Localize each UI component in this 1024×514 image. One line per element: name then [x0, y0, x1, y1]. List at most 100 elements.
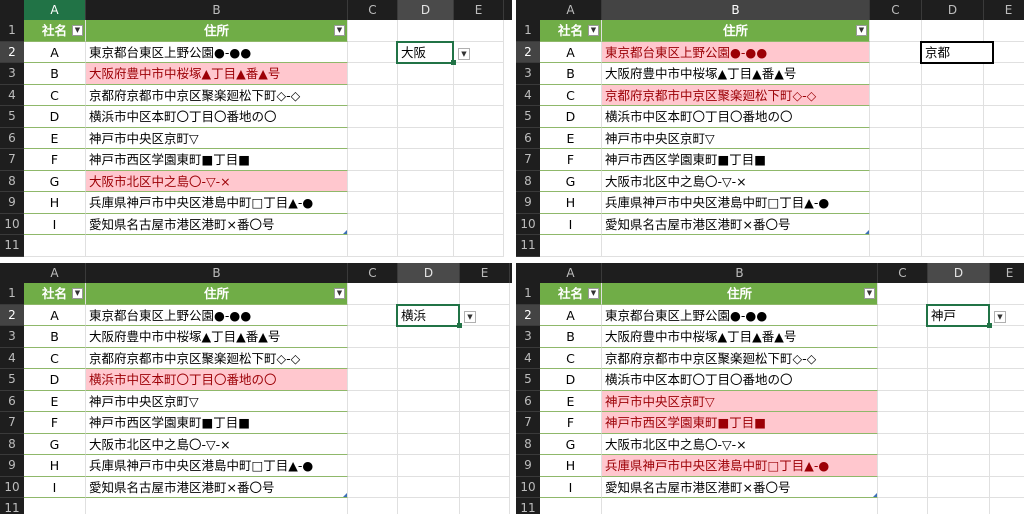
address-cell-row-4[interactable]: 京都府京都市中京区聚楽廻松下町◇-◇: [602, 84, 870, 106]
cell-c11[interactable]: [878, 498, 928, 514]
cell-c4[interactable]: [878, 347, 928, 369]
table-resize-handle[interactable]: [865, 230, 869, 234]
column-header-b[interactable]: B: [86, 263, 348, 283]
cell-e8[interactable]: [454, 170, 504, 192]
column-header-c[interactable]: C: [870, 0, 922, 20]
cell-d3[interactable]: [928, 326, 990, 348]
select-all-corner[interactable]: [0, 0, 24, 20]
column-header-e[interactable]: E: [460, 263, 510, 283]
address-cell-row-3[interactable]: 大阪府豊中市中桜塚▲丁目▲番▲号: [602, 326, 878, 348]
cell-a2[interactable]: A: [540, 41, 602, 63]
address-cell-row-5[interactable]: 横浜市中区本町〇丁目〇番地の〇: [602, 106, 870, 128]
cell-e10[interactable]: [984, 214, 1024, 235]
cell-e9[interactable]: [990, 455, 1024, 477]
row-header-9[interactable]: 9: [516, 455, 540, 477]
column-header-b[interactable]: B: [602, 0, 870, 20]
address-cell-row-10[interactable]: 愛知県名古屋市港区港町×番〇号: [602, 213, 870, 235]
cell-c11[interactable]: [870, 235, 922, 257]
cell-e7[interactable]: [460, 412, 510, 434]
row-header-5[interactable]: 5: [0, 369, 24, 391]
cell-e1[interactable]: [990, 283, 1024, 305]
cell-d4[interactable]: [398, 347, 460, 369]
cell-d5[interactable]: [398, 106, 454, 128]
address-cell-row-4[interactable]: 京都府京都市中京区聚楽廻松下町◇-◇: [602, 347, 878, 369]
cell-c3[interactable]: [878, 326, 928, 348]
cell-a2[interactable]: A: [24, 41, 86, 63]
cell-a3[interactable]: B: [24, 63, 86, 85]
cell-a5[interactable]: D: [24, 369, 86, 391]
cell-a11[interactable]: [24, 498, 86, 514]
row-header-5[interactable]: 5: [516, 369, 540, 391]
cell-d4[interactable]: [398, 84, 454, 106]
cell-c1[interactable]: [870, 20, 922, 42]
address-filter-button[interactable]: ▼: [864, 288, 875, 299]
column-header-a[interactable]: A: [24, 263, 86, 283]
cell-e10[interactable]: [454, 213, 504, 235]
row-header-7[interactable]: 7: [0, 149, 24, 171]
cell-d3[interactable]: [398, 326, 460, 348]
cell-e11[interactable]: [460, 498, 510, 514]
dropdown-arrow-icon[interactable]: ▼: [458, 47, 470, 60]
cell-e7[interactable]: [990, 412, 1024, 434]
cell-e3[interactable]: [990, 326, 1024, 348]
row-header-1[interactable]: 1: [516, 283, 540, 305]
row-header-4[interactable]: 4: [0, 347, 24, 369]
address-cell-row-6[interactable]: 神戸市中央区京町▽: [86, 390, 348, 412]
cell-c4[interactable]: [348, 84, 398, 106]
row-header-9[interactable]: 9: [516, 192, 540, 214]
cell-d9[interactable]: [398, 455, 460, 477]
company-filter-button[interactable]: ▼: [72, 288, 83, 299]
header-address[interactable]: 住所: [86, 20, 348, 42]
address-cell-row-7[interactable]: 神戸市西区学園東町■丁目■: [602, 149, 870, 171]
cell-e4[interactable]: [990, 348, 1024, 369]
cell-c11[interactable]: [348, 235, 398, 257]
cell-a6[interactable]: E: [24, 127, 86, 149]
cell-a9[interactable]: H: [540, 455, 602, 477]
cell-b11[interactable]: [602, 498, 878, 514]
cell-c9[interactable]: [878, 455, 928, 477]
cell-e8[interactable]: [460, 433, 510, 455]
row-header-7[interactable]: 7: [0, 412, 24, 434]
column-header-b[interactable]: B: [602, 263, 878, 283]
cell-e11[interactable]: [984, 235, 1024, 257]
cell-c8[interactable]: [348, 433, 398, 455]
cell-a10[interactable]: I: [24, 476, 86, 498]
cell-a6[interactable]: E: [540, 390, 602, 412]
filter-keyword-cell-d2[interactable]: 神戸: [926, 303, 990, 327]
cell-e3[interactable]: [460, 326, 510, 348]
address-cell-row-7[interactable]: 神戸市西区学園東町■丁目■: [602, 412, 878, 434]
row-header-6[interactable]: 6: [516, 390, 540, 412]
cell-c6[interactable]: [870, 127, 922, 149]
column-header-d[interactable]: D: [398, 0, 454, 20]
address-cell-row-2[interactable]: 東京都台東区上野公園●-●●: [602, 304, 878, 326]
fill-handle[interactable]: [451, 60, 456, 65]
cell-e11[interactable]: [454, 235, 504, 257]
column-header-d[interactable]: D: [398, 263, 460, 283]
column-header-d[interactable]: D: [928, 263, 990, 283]
address-cell-row-9[interactable]: 兵庫県神戸市中央区港島中町□丁目▲-●: [602, 455, 878, 477]
cell-c8[interactable]: [870, 170, 922, 192]
cell-a8[interactable]: G: [24, 170, 86, 192]
cell-a3[interactable]: B: [540, 63, 602, 85]
cell-d8[interactable]: [928, 433, 990, 455]
row-header-11[interactable]: 11: [0, 498, 24, 514]
cell-e1[interactable]: [454, 20, 504, 42]
row-header-5[interactable]: 5: [516, 106, 540, 128]
row-header-4[interactable]: 4: [516, 84, 540, 106]
row-header-11[interactable]: 11: [0, 235, 24, 257]
cell-e3[interactable]: [984, 63, 1024, 85]
cell-d7[interactable]: [928, 412, 990, 434]
cell-d7[interactable]: [398, 412, 460, 434]
column-header-c[interactable]: C: [348, 263, 398, 283]
cell-e6[interactable]: [454, 127, 504, 149]
company-filter-button[interactable]: ▼: [72, 25, 83, 36]
row-header-7[interactable]: 7: [516, 412, 540, 434]
cell-c7[interactable]: [348, 149, 398, 171]
cell-c1[interactable]: [348, 283, 398, 305]
cell-d6[interactable]: [398, 127, 454, 149]
row-header-4[interactable]: 4: [516, 347, 540, 369]
row-header-4[interactable]: 4: [0, 84, 24, 106]
cell-d10[interactable]: [922, 213, 984, 235]
row-header-6[interactable]: 6: [516, 127, 540, 149]
column-header-a[interactable]: A: [24, 0, 86, 20]
